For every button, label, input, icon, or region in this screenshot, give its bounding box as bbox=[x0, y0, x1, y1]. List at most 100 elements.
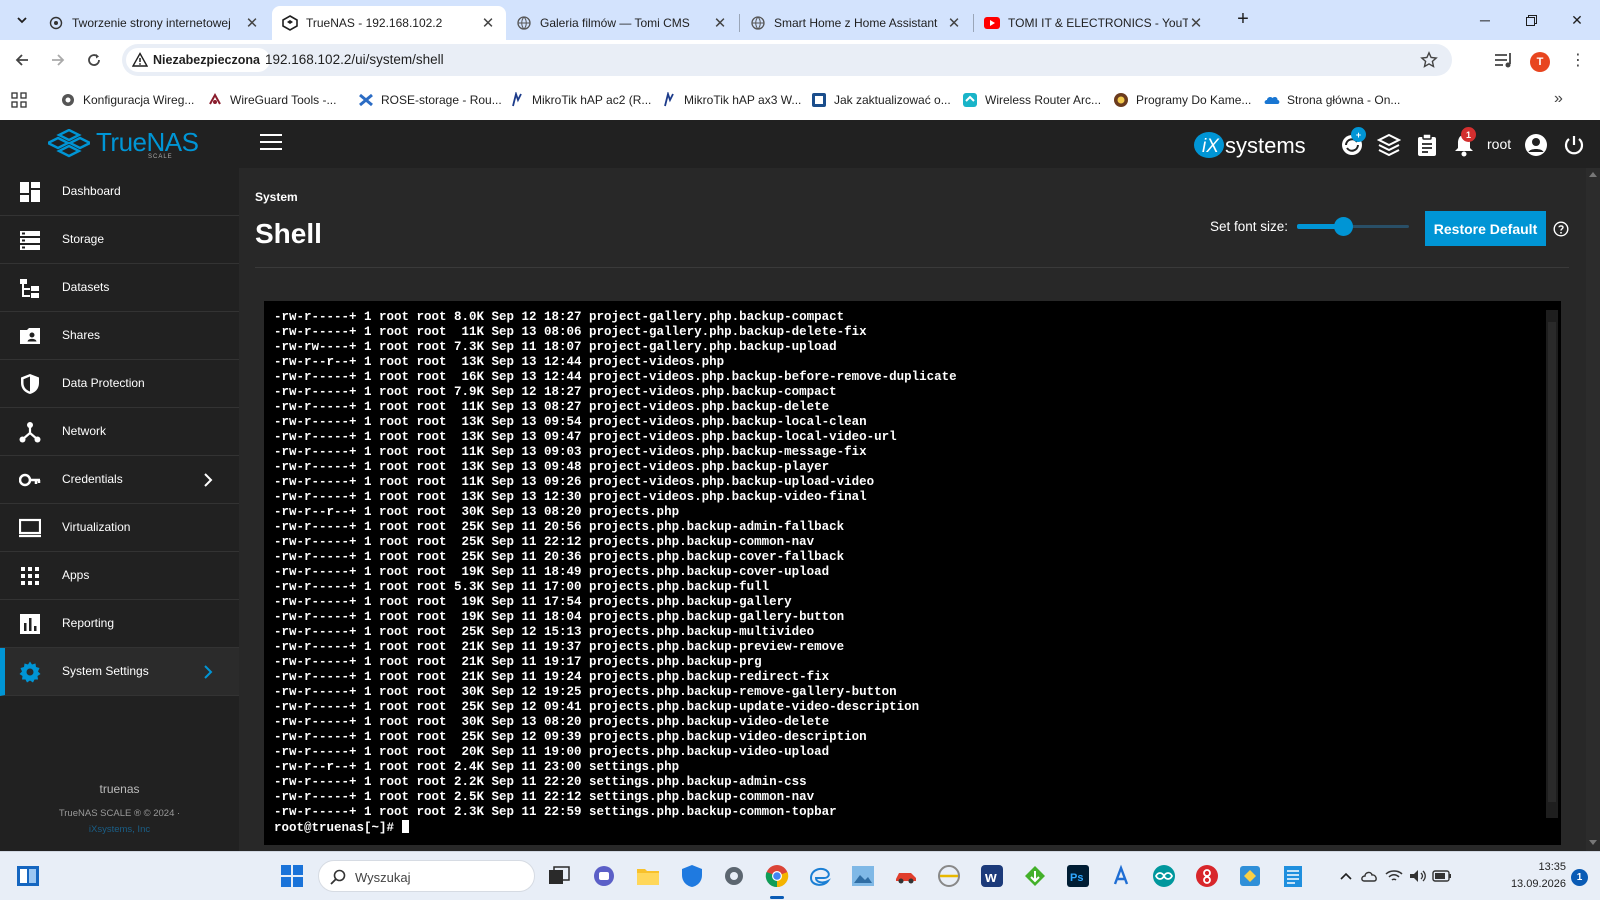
datasets-icon bbox=[20, 279, 39, 298]
bookmark-item[interactable]: Programy Do Kame... bbox=[1113, 89, 1251, 111]
terminal-prompt-line[interactable]: root@truenas[~]# bbox=[274, 820, 957, 836]
browser-tab[interactable]: Smart Home z Home Assistant ✕ bbox=[740, 6, 972, 40]
tray-cloud[interactable] bbox=[1360, 864, 1380, 888]
red-app[interactable] bbox=[1195, 864, 1219, 888]
browser-tab[interactable]: Tworzenie strony internetowej ✕ bbox=[38, 6, 270, 40]
new-tab-button[interactable]: + bbox=[1232, 9, 1254, 30]
sidebar-item-apps[interactable]: Apps bbox=[0, 552, 239, 600]
truecommand-button[interactable] bbox=[1376, 132, 1402, 158]
bookmark-item[interactable]: Strona główna - On... bbox=[1264, 89, 1400, 111]
jobs-button[interactable] bbox=[1414, 132, 1440, 158]
bookmark-item[interactable]: MikroTik hAP ax3 W... bbox=[661, 89, 801, 111]
tab-search-button[interactable] bbox=[8, 8, 36, 32]
scroll-down-icon[interactable] bbox=[1589, 840, 1597, 845]
bookmarks-overflow-icon[interactable]: » bbox=[1554, 90, 1563, 108]
car-app[interactable] bbox=[894, 864, 918, 888]
notification-badge[interactable]: 1 bbox=[1571, 869, 1588, 886]
close-window-button[interactable]: ✕ bbox=[1554, 8, 1600, 32]
url-text[interactable]: 192.168.102.2/ui/system/shell bbox=[265, 52, 444, 67]
profile-avatar[interactable]: T bbox=[1530, 52, 1550, 72]
sidebar-item-network[interactable]: Network bbox=[0, 408, 239, 456]
settings-app[interactable] bbox=[722, 864, 746, 888]
security-chip[interactable]: Niezabezpieczona bbox=[126, 48, 270, 72]
apps-grid-icon[interactable] bbox=[11, 92, 27, 108]
bookmark-item[interactable]: ROSE-storage - Rou... bbox=[358, 89, 502, 111]
chrome-app[interactable] bbox=[765, 864, 789, 888]
sidebar-item-virtualization[interactable]: Virtualization bbox=[0, 504, 239, 552]
download-app[interactable] bbox=[1023, 864, 1047, 888]
page-scrollbar[interactable] bbox=[1586, 168, 1600, 851]
bookmark-item[interactable]: Konfiguracja Wireg... bbox=[60, 89, 194, 111]
photos-app[interactable] bbox=[851, 864, 875, 888]
tray-expand-button[interactable] bbox=[1338, 864, 1354, 888]
bookmark-item[interactable]: Jak zaktualizować o... bbox=[811, 89, 951, 111]
taskbar-search[interactable]: Wyszukaj bbox=[318, 860, 535, 892]
forward-button[interactable] bbox=[46, 48, 70, 72]
app-store-app[interactable] bbox=[1109, 864, 1133, 888]
reload-button[interactable] bbox=[82, 48, 106, 72]
photoshop-app[interactable]: Ps bbox=[1066, 864, 1090, 888]
tray-volume[interactable] bbox=[1408, 864, 1428, 888]
power-button[interactable] bbox=[1561, 132, 1587, 158]
edge-app[interactable] bbox=[808, 864, 832, 888]
opel-app[interactable] bbox=[937, 864, 961, 888]
clock-time[interactable]: 13:35 bbox=[1524, 861, 1566, 873]
user-menu-button[interactable] bbox=[1523, 132, 1549, 158]
file-explorer-app[interactable] bbox=[636, 864, 660, 888]
browser-tab[interactable]: Galeria filmów — Tomi CMS ✕ bbox=[506, 6, 738, 40]
browser-tab-active[interactable]: TrueNAS - 192.168.102.2 ✕ bbox=[272, 6, 506, 40]
help-icon[interactable] bbox=[1553, 221, 1569, 237]
teams-app[interactable] bbox=[592, 864, 616, 888]
restore-window-button[interactable] bbox=[1508, 8, 1554, 32]
restore-default-button[interactable]: Restore Default bbox=[1425, 211, 1546, 246]
username-label[interactable]: root bbox=[1487, 136, 1511, 152]
sidebar-item-shares[interactable]: Shares bbox=[0, 312, 239, 360]
address-bar[interactable]: Niezabezpieczona 192.168.102.2/ui/system… bbox=[122, 44, 1452, 76]
browser-menu-button[interactable]: ⋮ bbox=[1570, 50, 1586, 72]
minimize-button[interactable]: ─ bbox=[1462, 8, 1508, 32]
start-button[interactable] bbox=[280, 864, 304, 888]
terminal-scroll-thumb[interactable] bbox=[1548, 322, 1556, 802]
bookmark-item[interactable]: MikroTik hAP ac2 (R... bbox=[509, 89, 651, 111]
terminal-scrollbar[interactable] bbox=[1546, 310, 1558, 818]
sidebar-item-credentials[interactable]: Credentials bbox=[0, 456, 239, 504]
defender-app[interactable] bbox=[680, 864, 704, 888]
slider-thumb[interactable] bbox=[1333, 217, 1353, 236]
task-view-button[interactable] bbox=[547, 864, 571, 888]
arduino-app[interactable] bbox=[1152, 864, 1176, 888]
media-control-icon[interactable] bbox=[1493, 48, 1515, 72]
sidebar-item-reporting[interactable]: Reporting bbox=[0, 600, 239, 648]
notepad-app[interactable] bbox=[1281, 864, 1305, 888]
browser-tab[interactable]: TOMI IT & ELECTRONICS - YouT ✕ bbox=[974, 6, 1214, 40]
bookmark-item[interactable]: WireGuard Tools -... bbox=[207, 89, 336, 111]
wordpad-app[interactable]: w bbox=[980, 864, 1004, 888]
header-divider bbox=[255, 267, 1569, 268]
truenas-logo[interactable]: TrueNAS SCALE bbox=[48, 127, 199, 161]
sidebar-item-system-settings[interactable]: System Settings bbox=[0, 648, 239, 696]
close-icon[interactable]: ✕ bbox=[712, 15, 728, 32]
clock-date[interactable]: 13.09.2026 bbox=[1500, 878, 1566, 890]
tray-battery[interactable] bbox=[1432, 864, 1452, 888]
close-icon[interactable]: ✕ bbox=[244, 15, 260, 32]
network-tool-app[interactable] bbox=[1238, 864, 1262, 888]
close-icon[interactable]: ✕ bbox=[1188, 15, 1204, 32]
menu-toggle-icon[interactable] bbox=[260, 134, 282, 152]
terminal[interactable]: -rw-r-----+ 1 root root 8.0K Sep 12 18:2… bbox=[264, 301, 1561, 845]
sidebar-item-dashboard[interactable]: Dashboard bbox=[0, 168, 239, 216]
bookmark-star-icon[interactable] bbox=[1420, 51, 1438, 69]
ixsystems-logo[interactable]: iX systems bbox=[1193, 128, 1306, 162]
company-link[interactable]: iXsystems, Inc bbox=[0, 824, 239, 835]
close-icon[interactable]: ✕ bbox=[480, 15, 496, 32]
back-button[interactable] bbox=[10, 48, 34, 72]
sidebar-item-datasets[interactable]: Datasets bbox=[0, 264, 239, 312]
close-icon[interactable]: ✕ bbox=[946, 15, 962, 32]
widgets-button[interactable] bbox=[16, 864, 40, 888]
sidebar-item-storage[interactable]: Storage bbox=[0, 216, 239, 264]
font-size-slider[interactable] bbox=[1297, 213, 1409, 239]
breadcrumb[interactable]: System bbox=[255, 190, 298, 204]
tray-network[interactable] bbox=[1384, 864, 1404, 888]
scroll-up-icon[interactable] bbox=[1589, 172, 1597, 177]
terminal-output: -rw-r-----+ 1 root root 8.0K Sep 12 18:2… bbox=[274, 310, 957, 836]
sidebar-item-data-protection[interactable]: Data Protection bbox=[0, 360, 239, 408]
bookmark-item[interactable]: Wireless Router Arc... bbox=[962, 89, 1101, 111]
